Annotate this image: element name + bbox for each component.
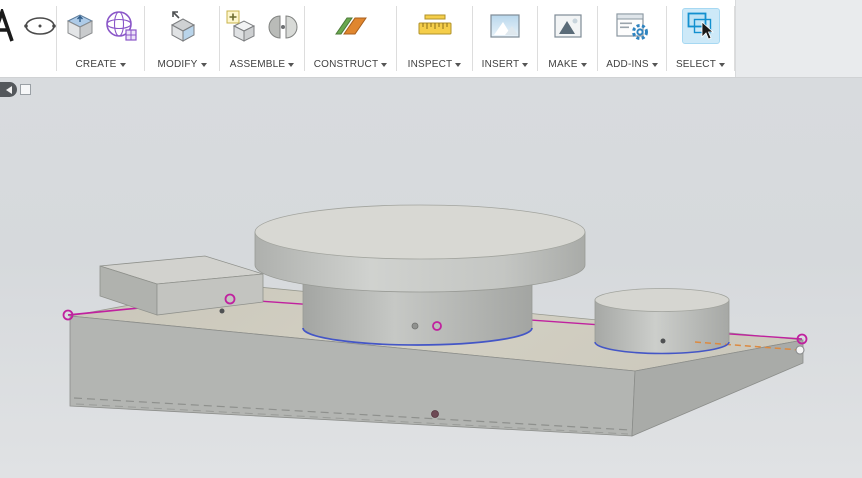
addins-icons — [614, 5, 650, 47]
fusion-app-window: CREATE MODIFY ASSEMBLE CONSTRUCT INSPECT… — [0, 0, 862, 478]
puck-top-face[interactable] — [254, 204, 586, 260]
select-icons — [681, 5, 720, 47]
dropdown-caret-icon — [200, 62, 207, 67]
make-dropdown[interactable]: MAKE — [548, 59, 587, 70]
assemble-dropdown[interactable]: ASSEMBLE — [230, 59, 295, 70]
toolbar-group-addins: ADD-INS — [598, 0, 666, 77]
form-sphere-icon[interactable] — [103, 9, 139, 43]
select-dropdown[interactable]: SELECT — [676, 59, 726, 70]
dropdown-caret-icon — [580, 62, 587, 67]
toolbar-group-insert: INSERT — [473, 0, 537, 77]
box-primitive-icon[interactable] — [62, 9, 96, 43]
create-dropdown[interactable]: CREATE — [75, 59, 126, 70]
ellipse-tool-icon[interactable] — [22, 11, 56, 41]
make-icons — [551, 5, 585, 47]
scripts-addins-icon[interactable] — [614, 9, 650, 43]
modify-icons — [165, 5, 199, 47]
modify-dropdown[interactable]: MODIFY — [157, 59, 207, 70]
toolbar-group-sketch-partial — [0, 0, 56, 77]
insert-dropdown[interactable]: INSERT — [482, 59, 529, 70]
joint-icon[interactable] — [266, 9, 300, 43]
make-image-icon[interactable] — [551, 9, 585, 43]
main-toolbar: CREATE MODIFY ASSEMBLE CONSTRUCT INSPECT… — [0, 0, 862, 78]
press-pull-icon[interactable] — [165, 9, 199, 43]
new-component-icon[interactable] — [225, 9, 259, 43]
sketch-point[interactable] — [411, 322, 419, 330]
canvas-image-icon[interactable] — [487, 9, 523, 43]
model-scene — [62, 204, 808, 437]
dropdown-caret-icon — [719, 62, 726, 67]
toolbar-group-modify: MODIFY — [145, 0, 219, 77]
inspect-icons — [415, 5, 455, 47]
insert-icons — [487, 5, 523, 47]
sketch-point[interactable] — [660, 338, 666, 344]
text-tool-icon[interactable] — [0, 9, 15, 43]
assemble-icons — [225, 5, 300, 47]
dropdown-caret-icon — [455, 62, 462, 67]
construct-icons — [332, 5, 370, 47]
dropdown-caret-icon — [288, 62, 295, 67]
dropdown-caret-icon — [381, 62, 388, 67]
right-cylinder-top[interactable] — [594, 288, 730, 312]
select-cursor-icon[interactable] — [681, 8, 720, 44]
construction-plane-icon[interactable] — [332, 9, 370, 43]
dropdown-caret-icon — [119, 62, 126, 67]
sketch-point[interactable] — [219, 308, 225, 314]
construct-dropdown[interactable]: CONSTRUCT — [314, 59, 388, 70]
dropdown-caret-icon — [522, 62, 529, 67]
create-icons — [62, 5, 139, 47]
inspect-dropdown[interactable]: INSPECT — [408, 59, 462, 70]
sketch-point[interactable] — [431, 410, 439, 418]
toolbar-empty-area — [735, 0, 862, 77]
toolbar-group-create: CREATE — [57, 0, 144, 77]
toolbar-group-construct: CONSTRUCT — [305, 0, 396, 77]
addins-dropdown[interactable]: ADD-INS — [606, 59, 658, 70]
sketch-point[interactable] — [795, 345, 805, 355]
toolbar-group-inspect: INSPECT — [397, 0, 472, 77]
toolbar-group-assemble: ASSEMBLE — [220, 0, 304, 77]
sketch-partial-icons — [0, 5, 56, 47]
model-viewport[interactable] — [0, 78, 862, 478]
toolbar-group-make: MAKE — [538, 0, 597, 77]
measure-icon[interactable] — [415, 9, 455, 43]
toolbar-group-select: SELECT — [667, 0, 734, 77]
dropdown-caret-icon — [651, 62, 658, 67]
